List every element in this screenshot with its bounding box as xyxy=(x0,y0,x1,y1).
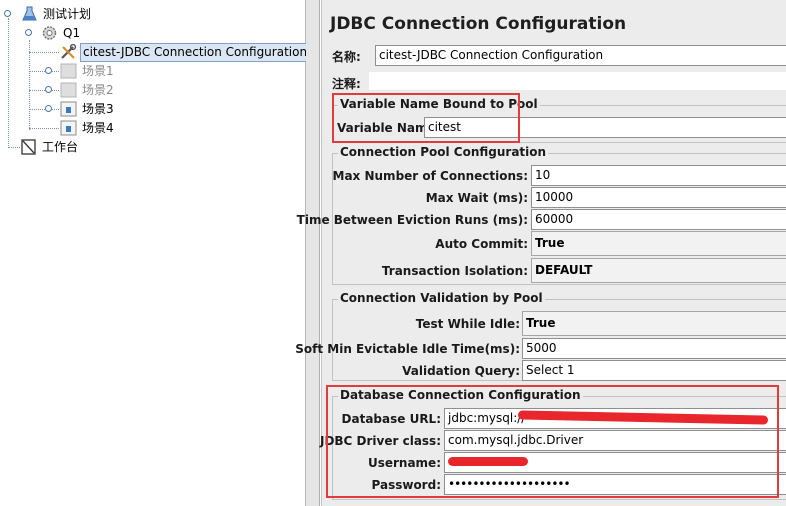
soft-min-idle-label: Soft Min Evictable Idle Time(ms): xyxy=(295,342,520,356)
jdbc-config-panel: JDBC Connection Configuration 名称: citest… xyxy=(295,0,786,506)
controller-disabled-icon xyxy=(60,82,77,98)
test-plan-tree[interactable]: 测试计划 Q1 citest-JDBC Connection Configura… xyxy=(0,0,311,506)
tree-node-workbench[interactable]: 工作台 xyxy=(20,138,80,156)
tree-node-scene-3[interactable]: 场景3 xyxy=(60,100,116,118)
tree-connector xyxy=(29,52,59,53)
max-connections-label: Max Number of Connections: xyxy=(332,169,528,183)
soft-min-idle-input[interactable]: 5000 xyxy=(522,338,786,359)
tree-node-label: 场景3 xyxy=(82,101,114,116)
comment-input[interactable] xyxy=(369,72,786,90)
validation-query-input[interactable]: Select 1 xyxy=(522,360,786,381)
tree-node-scene-1[interactable]: 场景1 xyxy=(60,62,116,80)
expand-toggle-icon[interactable] xyxy=(45,67,52,74)
max-connections-input[interactable]: 10 xyxy=(531,165,786,186)
tree-node-label: citest-JDBC Connection Configuration xyxy=(80,42,311,62)
tree-node-thread-group[interactable]: Q1 xyxy=(41,24,82,42)
name-label: 名称: xyxy=(332,50,361,64)
name-input[interactable]: citest-JDBC Connection Configuration xyxy=(375,45,786,66)
tree-node-jdbc-config[interactable]: citest-JDBC Connection Configuration xyxy=(60,42,311,62)
highlight-box xyxy=(326,385,779,498)
pane-splitter[interactable] xyxy=(306,0,320,506)
tree-node-label: 场景2 xyxy=(82,82,114,97)
tree-node-label: 测试计划 xyxy=(43,6,92,21)
tree-node-label: 工作台 xyxy=(42,139,79,154)
controller-disabled-icon xyxy=(60,63,77,79)
tree-connector xyxy=(29,90,59,91)
tree-node-test-plan[interactable]: 测试计划 xyxy=(21,5,93,23)
eviction-input[interactable]: 60000 xyxy=(531,209,786,230)
expand-toggle-icon[interactable] xyxy=(4,10,11,17)
wrench-screwdriver-icon xyxy=(60,43,77,60)
group-legend: Connection Pool Configuration xyxy=(338,145,549,159)
controller-icon xyxy=(60,120,77,136)
tree-node-scene-2[interactable]: 场景2 xyxy=(60,81,116,99)
tree-connector xyxy=(8,147,20,148)
max-wait-label: Max Wait (ms): xyxy=(425,191,528,205)
validation-query-label: Validation Query: xyxy=(402,364,520,378)
test-while-idle-select[interactable]: True xyxy=(522,311,786,336)
tree-node-label: 场景4 xyxy=(82,120,114,135)
controller-icon xyxy=(60,101,77,117)
isolation-select[interactable]: DEFAULT xyxy=(531,258,786,283)
max-wait-input[interactable]: 10000 xyxy=(531,187,786,208)
workbench-icon xyxy=(20,139,37,155)
flask-icon xyxy=(21,6,38,22)
tree-connector xyxy=(29,71,59,72)
expand-toggle-icon[interactable] xyxy=(25,29,32,36)
auto-commit-select[interactable]: True xyxy=(531,231,786,256)
tree-connector xyxy=(8,18,9,146)
gear-icon xyxy=(41,25,58,41)
expand-toggle-icon[interactable] xyxy=(45,105,52,112)
group-legend: Connection Validation by Pool xyxy=(338,291,545,305)
isolation-label: Transaction Isolation: xyxy=(381,264,528,278)
eviction-label: Time Between Eviction Runs (ms): xyxy=(296,213,528,227)
tree-node-scene-4[interactable]: 场景4 xyxy=(60,119,116,137)
expand-toggle-icon[interactable] xyxy=(45,86,52,93)
tree-connector xyxy=(29,109,59,110)
tree-node-label: Q1 xyxy=(63,25,81,40)
test-while-idle-label: Test While Idle: xyxy=(415,317,520,331)
highlight-box xyxy=(332,93,520,143)
comment-label: 注释: xyxy=(332,77,361,91)
auto-commit-label: Auto Commit: xyxy=(435,237,528,251)
tree-node-label: 场景1 xyxy=(82,63,114,78)
tree-connector xyxy=(29,128,59,129)
page-title: JDBC Connection Configuration xyxy=(330,14,627,34)
tree-connector xyxy=(29,40,30,130)
